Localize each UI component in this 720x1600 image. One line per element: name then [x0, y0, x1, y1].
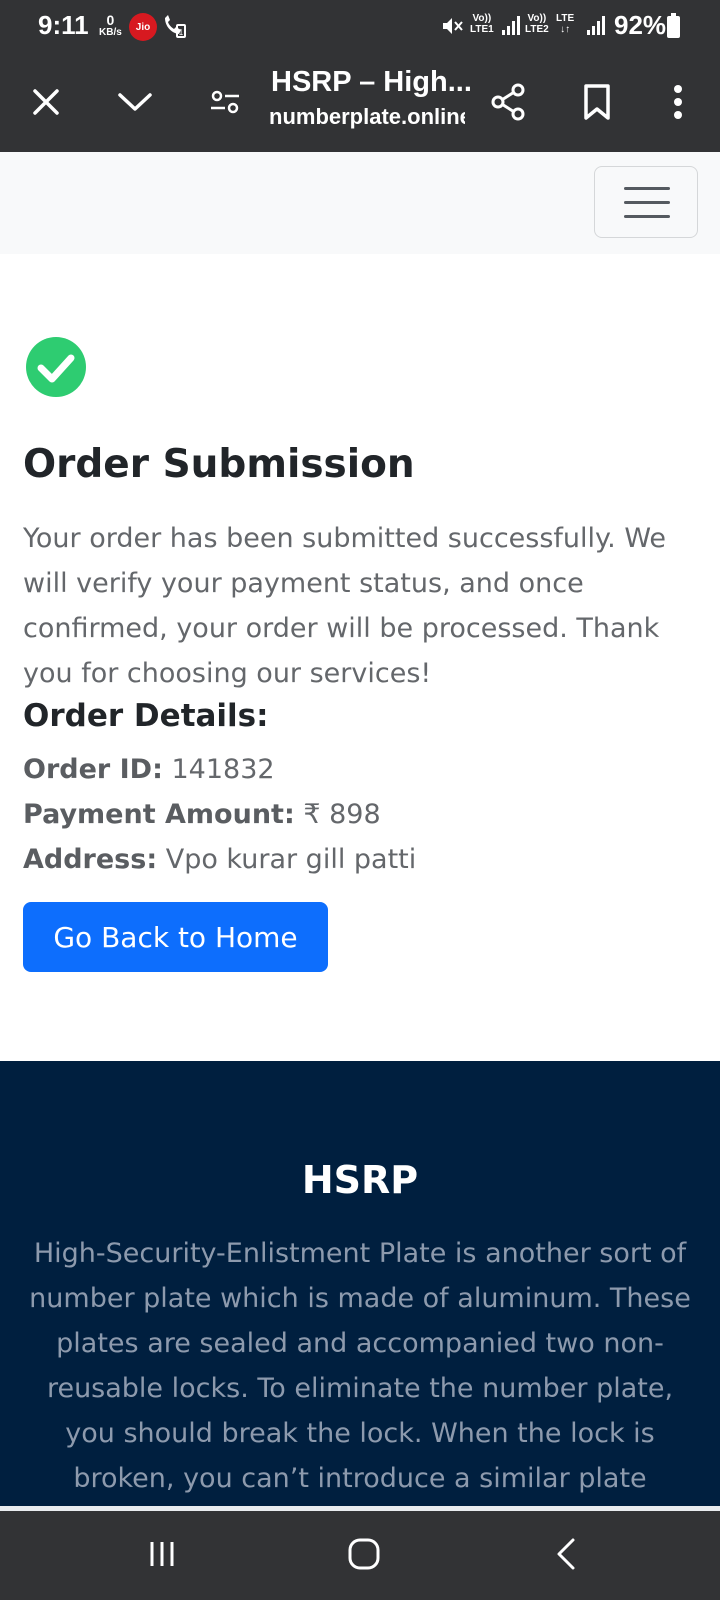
network-speed-unit: KB/s	[99, 27, 122, 38]
status-bar: 9:11 0 KB/s Jio 1 Vo)) LTE1 Vo)) LTE2 LT…	[0, 0, 720, 52]
order-id-value: 141832	[171, 754, 275, 785]
signal-icon	[587, 16, 605, 35]
order-message: Your order has been submitted successful…	[23, 523, 667, 689]
navbar-toggle-button[interactable]	[594, 166, 698, 238]
order-details-title: Order Details:	[23, 698, 269, 734]
payment-amount-label: Payment Amount:	[23, 799, 295, 830]
system-navigation-bar	[0, 1511, 720, 1600]
hamburger-icon	[624, 215, 670, 218]
check-circle-icon	[26, 337, 86, 397]
bookmark-button[interactable]	[573, 78, 621, 126]
sim2-label: Vo)) LTE2	[525, 13, 549, 35]
hamburger-icon	[624, 187, 670, 190]
sim2-label-bottom: LTE2	[525, 24, 549, 35]
home-nav-button[interactable]	[336, 1529, 392, 1579]
chevron-down-icon	[118, 93, 152, 111]
network-speed-value: 0	[106, 12, 115, 28]
page-url[interactable]: numberplate.online	[269, 104, 465, 130]
lte-label: LTE ↓↑	[556, 13, 574, 35]
site-settings-button[interactable]	[201, 78, 249, 126]
battery-percent: 92%	[614, 10, 667, 40]
more-vert-icon	[674, 85, 682, 119]
battery-icon	[667, 16, 680, 38]
hamburger-icon	[624, 201, 670, 204]
sim1-label: Vo)) LTE1	[470, 13, 494, 35]
browser-toolbar: HSRP – High... numberplate.online	[0, 52, 720, 152]
minimize-tab-button[interactable]	[111, 78, 159, 126]
home-circle-icon	[348, 1538, 380, 1570]
signal-icon	[502, 16, 520, 35]
close-icon	[33, 89, 59, 115]
back-nav-button[interactable]	[538, 1529, 594, 1579]
data-arrows-icon: ↓↑	[560, 24, 571, 35]
address-value: Vpo kurar gill patti	[165, 844, 417, 875]
address-label: Address:	[23, 844, 158, 875]
lte-label-text: LTE	[556, 13, 575, 24]
recent-apps-icon	[150, 1542, 174, 1566]
sim2-label-top: Vo))	[527, 13, 547, 24]
payment-amount-value: ₹ 898	[303, 799, 381, 830]
site-navbar	[0, 152, 720, 254]
close-tab-button[interactable]	[22, 78, 70, 126]
footer-description: High-Security-Enlistment Plate is anothe…	[29, 1238, 691, 1494]
order-id-row: Order ID: 141832	[23, 754, 275, 785]
sim1-label-bottom: LTE1	[470, 24, 494, 35]
mute-icon	[443, 18, 463, 34]
bookmark-icon	[584, 84, 610, 120]
address-row: Address: Vpo kurar gill patti	[23, 844, 416, 875]
footer-title: HSRP	[301, 1158, 419, 1202]
jio-icon: Jio	[129, 13, 157, 41]
status-time: 9:11	[38, 10, 89, 40]
payment-amount-row: Payment Amount: ₹ 898	[23, 799, 381, 830]
go-back-home-button[interactable]: Go Back to Home	[23, 902, 328, 972]
back-icon	[557, 1538, 575, 1570]
order-title: Order Submission	[23, 442, 415, 487]
tune-icon	[211, 90, 239, 114]
order-confirmation-section: Order Submission Your order has been sub…	[0, 254, 720, 1061]
page-title[interactable]: HSRP – High...	[271, 66, 471, 99]
share-icon	[491, 83, 525, 121]
footer: HSRP High-Security-Enlistment Plate is a…	[0, 1061, 720, 1506]
svg-text:1: 1	[179, 28, 184, 37]
network-speed: 0 KB/s	[99, 13, 122, 38]
share-button[interactable]	[484, 78, 532, 126]
more-menu-button[interactable]	[654, 78, 702, 126]
recent-apps-button[interactable]	[134, 1529, 190, 1579]
call-forward-icon: 1	[165, 15, 186, 38]
order-id-label: Order ID:	[23, 754, 163, 785]
sim1-label-top: Vo))	[472, 13, 492, 24]
